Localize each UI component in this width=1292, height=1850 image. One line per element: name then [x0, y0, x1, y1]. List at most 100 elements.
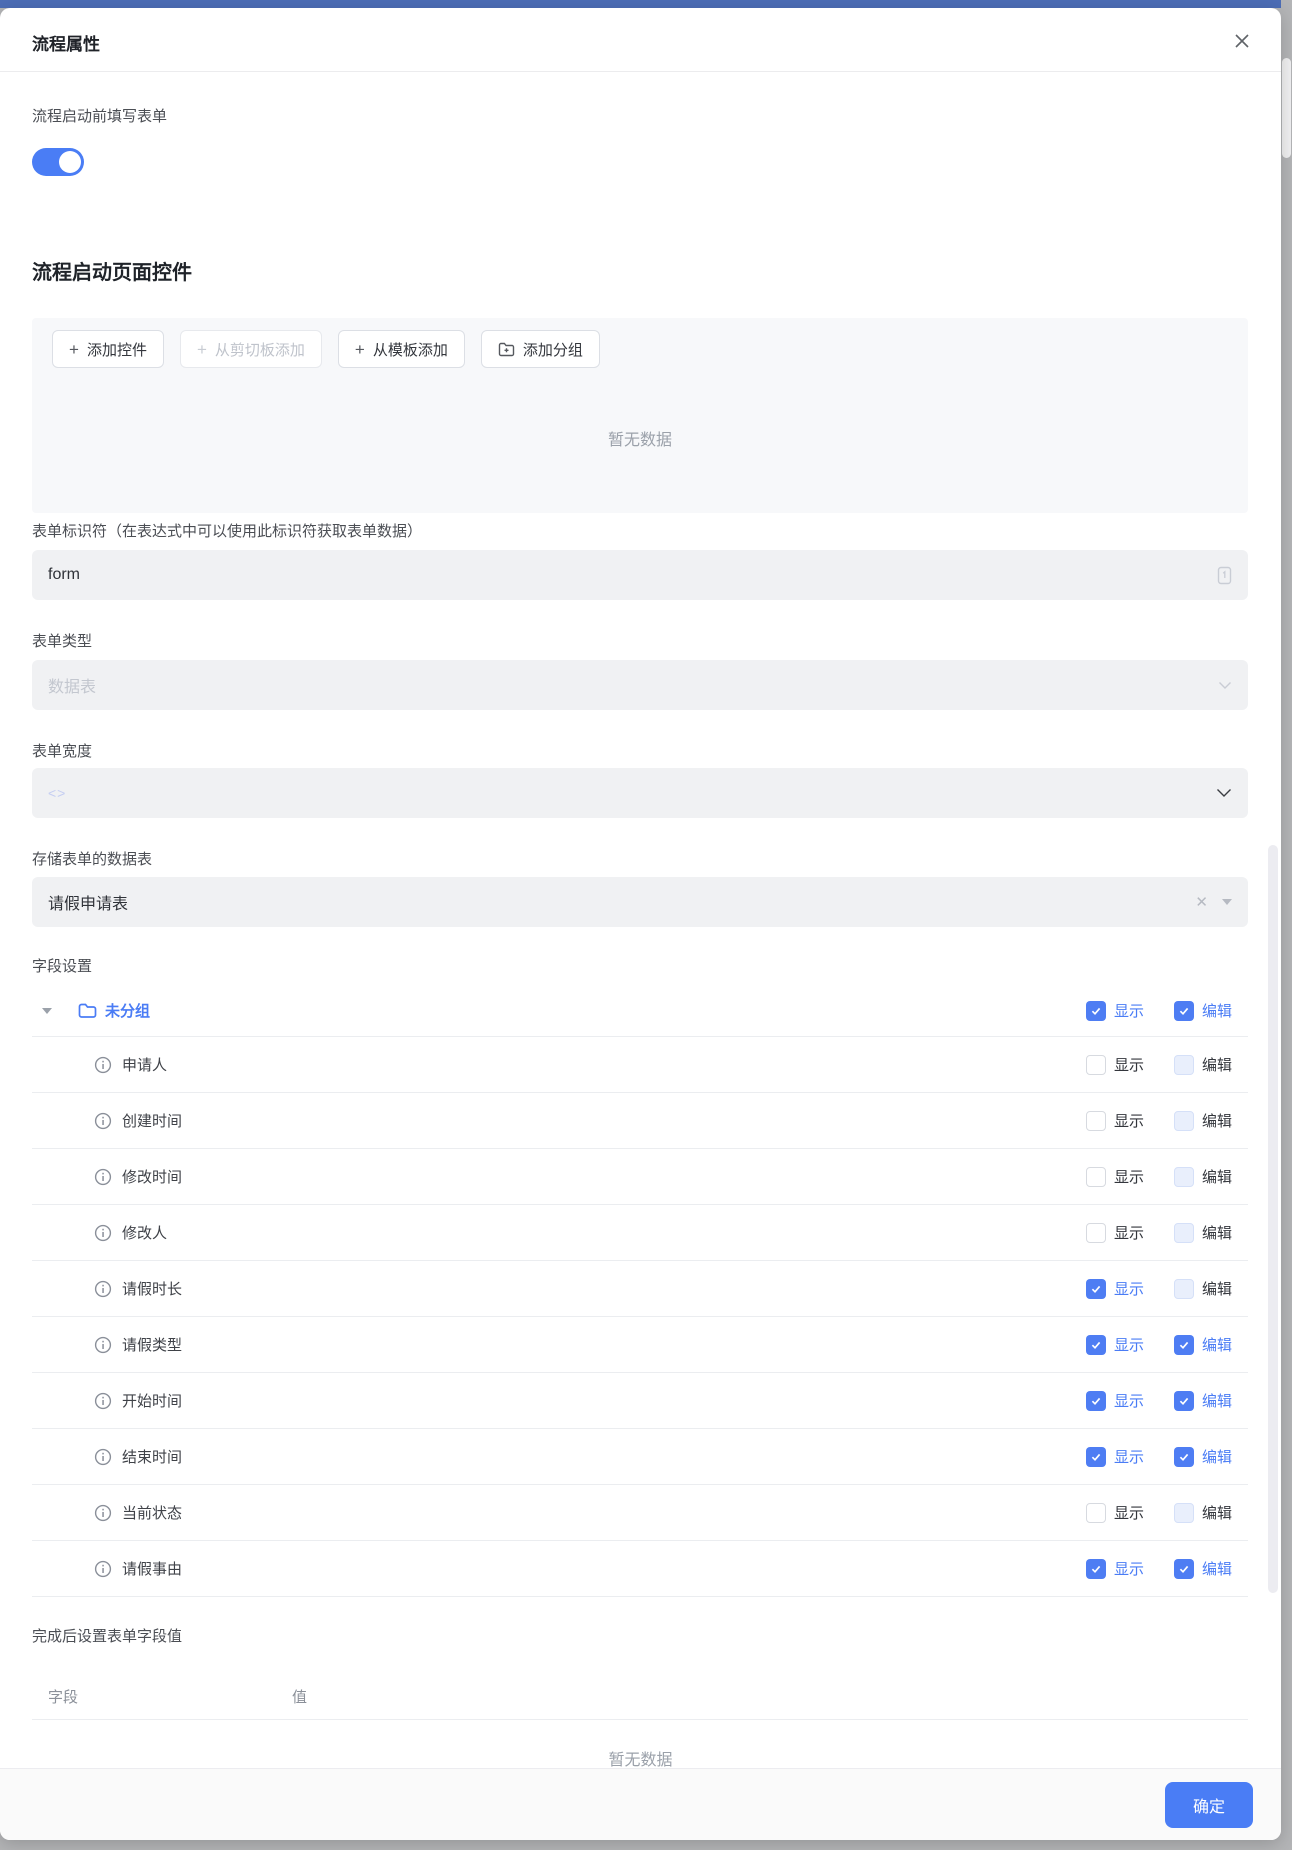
clear-selection-icon[interactable]: ✕ [1195, 893, 1208, 911]
show-checkbox-group: 显示 [1086, 1390, 1144, 1411]
form-identifier-input[interactable]: form [32, 550, 1248, 600]
show-checkbox-label: 显示 [1114, 1278, 1144, 1299]
field-row: 申请人显示编辑 [32, 1037, 1248, 1093]
edit-checkbox-group: 编辑 [1174, 1334, 1232, 1355]
toolbar-button-label: 从剪切板添加 [215, 339, 305, 360]
info-icon [94, 1336, 112, 1354]
edit-checkbox-label: 编辑 [1202, 1166, 1232, 1187]
edit-checkbox-label: 编辑 [1202, 1110, 1232, 1131]
show-checkbox-label: 显示 [1114, 1558, 1144, 1579]
show-checkbox[interactable] [1086, 1559, 1106, 1579]
dialog-title: 流程属性 [32, 30, 100, 55]
edit-checkbox-group: 编辑 [1174, 1110, 1232, 1131]
field-name: 开始时间 [122, 1390, 182, 1411]
show-checkbox-group: 显示 [1086, 1502, 1144, 1523]
edit-checkbox[interactable] [1174, 1447, 1194, 1467]
edit-checkbox-group: 编辑 [1174, 1446, 1232, 1467]
edit-checkbox-label: 编辑 [1202, 1054, 1232, 1075]
field-row: 请假类型显示编辑 [32, 1317, 1248, 1373]
edit-checkbox[interactable] [1174, 1223, 1194, 1243]
edit-checkbox-label: 编辑 [1202, 1222, 1232, 1243]
show-checkbox[interactable] [1086, 1167, 1106, 1187]
show-checkbox-label: 显示 [1114, 1334, 1144, 1355]
edit-checkbox[interactable] [1174, 1391, 1194, 1411]
show-checkbox-group: 显示 [1086, 1054, 1144, 1075]
dialog-header: 流程属性 [0, 8, 1281, 72]
show-checkbox[interactable] [1086, 1001, 1106, 1021]
edit-checkbox[interactable] [1174, 1279, 1194, 1299]
show-checkbox-group: 显示 [1086, 1334, 1144, 1355]
edit-checkbox-label: 编辑 [1202, 1278, 1232, 1299]
edit-checkbox-label: 编辑 [1202, 1558, 1232, 1579]
add-group-button[interactable]: 添加分组 [481, 330, 600, 368]
set-values-table-header: 字段 值 [32, 1672, 1248, 1720]
plus-icon: + [355, 341, 365, 358]
form-type-select[interactable]: 数据表 [32, 660, 1248, 710]
storage-table-value: 请假申请表 [48, 890, 128, 914]
edit-checkbox-label: 编辑 [1202, 1446, 1232, 1467]
storage-table-select[interactable]: 请假申请表 ✕ [32, 877, 1248, 927]
edit-checkbox-group: 编辑 [1174, 1166, 1232, 1187]
show-checkbox[interactable] [1086, 1391, 1106, 1411]
field-rows: 申请人显示编辑创建时间显示编辑修改时间显示编辑修改人显示编辑请假时长显示编辑请假… [32, 1037, 1248, 1597]
chevron-down-icon [1218, 681, 1232, 690]
folder-plus-icon [498, 342, 515, 357]
edit-checkbox-label: 编辑 [1202, 1502, 1232, 1523]
show-checkbox-group: 显示 [1086, 1000, 1144, 1021]
folder-icon [78, 1003, 97, 1019]
info-icon [94, 1112, 112, 1130]
info-icon [94, 1448, 112, 1466]
edit-checkbox[interactable] [1174, 1055, 1194, 1075]
edit-checkbox-group: 编辑 [1174, 1390, 1232, 1411]
edit-checkbox[interactable] [1174, 1559, 1194, 1579]
group-name[interactable]: 未分组 [105, 1000, 150, 1021]
add-control-button[interactable]: +添加控件 [52, 330, 164, 368]
prefill-form-label: 流程启动前填写表单 [32, 105, 167, 126]
plus-icon: + [69, 341, 79, 358]
prefill-form-toggle[interactable] [32, 148, 84, 176]
page-scrollbar-thumb[interactable] [1282, 58, 1291, 158]
dialog-scrollbar-thumb[interactable] [1268, 845, 1278, 1593]
show-checkbox-label: 显示 [1114, 1222, 1144, 1243]
page-top-accent-bar [0, 0, 1281, 8]
edit-checkbox-group: 编辑 [1174, 1222, 1232, 1243]
show-checkbox-group: 显示 [1086, 1278, 1144, 1299]
process-properties-dialog: 流程属性 流程启动前填写表单 流程启动页面控件 +添加控件+从剪切板添加+从模板… [0, 8, 1281, 1840]
field-name: 请假事由 [122, 1558, 182, 1579]
field-row: 修改人显示编辑 [32, 1205, 1248, 1261]
edit-checkbox[interactable] [1174, 1335, 1194, 1355]
edit-checkbox-label: 编辑 [1202, 1390, 1232, 1411]
add-from-clipboard-button[interactable]: +从剪切板添加 [180, 330, 322, 368]
edit-checkbox-group: 编辑 [1174, 1054, 1232, 1075]
edit-checkbox[interactable] [1174, 1503, 1194, 1523]
close-icon[interactable] [1231, 30, 1253, 52]
form-width-select[interactable]: <> [32, 768, 1248, 818]
after-complete-label: 完成后设置表单字段值 [32, 1625, 182, 1646]
document-1-icon [1217, 566, 1232, 585]
edit-checkbox[interactable] [1174, 1167, 1194, 1187]
show-checkbox[interactable] [1086, 1503, 1106, 1523]
controls-panel: +添加控件+从剪切板添加+从模板添加添加分组 暂无数据 [32, 318, 1248, 513]
controls-empty-text: 暂无数据 [32, 426, 1248, 450]
expression-placeholder: <> [48, 785, 66, 801]
info-icon [94, 1504, 112, 1522]
info-icon [94, 1224, 112, 1242]
show-checkbox[interactable] [1086, 1335, 1106, 1355]
collapse-caret-icon[interactable] [42, 1008, 52, 1014]
show-checkbox[interactable] [1086, 1111, 1106, 1131]
caret-down-icon[interactable] [1222, 899, 1232, 905]
toolbar-button-label: 添加分组 [523, 339, 583, 360]
confirm-button[interactable]: 确定 [1165, 1782, 1253, 1828]
show-checkbox[interactable] [1086, 1223, 1106, 1243]
form-type-label: 表单类型 [32, 630, 92, 651]
show-checkbox-label: 显示 [1114, 1446, 1144, 1467]
info-icon [94, 1280, 112, 1298]
edit-checkbox[interactable] [1174, 1111, 1194, 1131]
show-checkbox[interactable] [1086, 1447, 1106, 1467]
edit-checkbox[interactable] [1174, 1001, 1194, 1021]
add-from-template-button[interactable]: +从模板添加 [338, 330, 465, 368]
show-checkbox[interactable] [1086, 1279, 1106, 1299]
show-checkbox[interactable] [1086, 1055, 1106, 1075]
show-checkbox-label: 显示 [1114, 1000, 1144, 1021]
show-checkbox-label: 显示 [1114, 1054, 1144, 1075]
